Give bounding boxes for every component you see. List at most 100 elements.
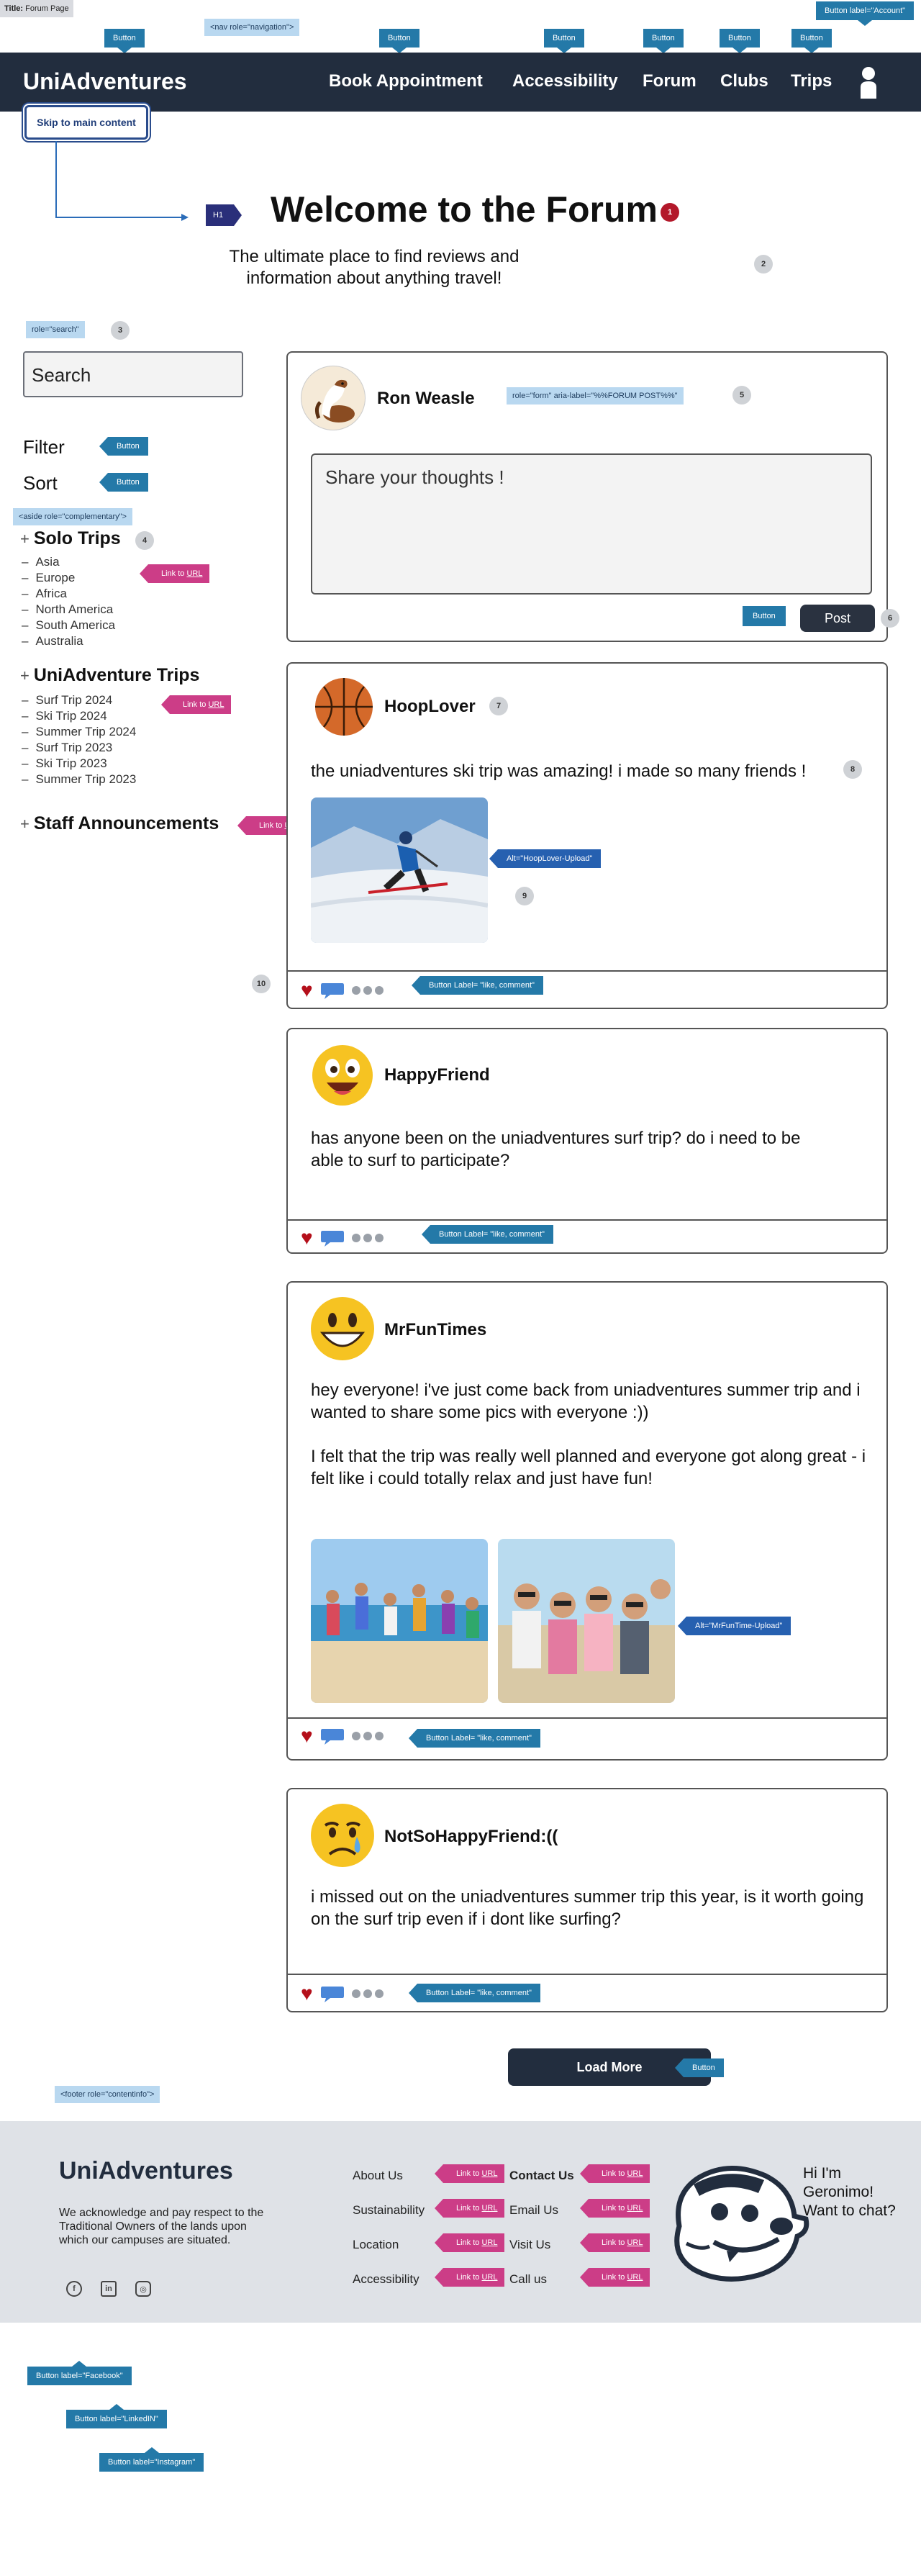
post-actions: ♥ [301, 1228, 384, 1248]
list-item[interactable]: South America [22, 618, 115, 633]
nav-clubs[interactable]: Clubs [720, 71, 768, 91]
footer-link-location[interactable]: Location [353, 2238, 399, 2252]
post-author[interactable]: NotSoHappyFriend:(( [384, 1827, 558, 1847]
annotation-number: 1 [661, 203, 679, 222]
staff-announcements-heading[interactable]: + Staff Announcements [20, 813, 219, 834]
annotation-number: 2 [754, 255, 773, 274]
button-annotation: Button [104, 29, 145, 53]
instagram-button-annotation: Button label="Instagram" [99, 2447, 204, 2472]
search-input[interactable]: Search [23, 351, 243, 397]
grinning-emoji-avatar-icon [309, 1296, 376, 1362]
annotation-number: 9 [515, 887, 534, 905]
post-divider [288, 1717, 886, 1719]
list-item[interactable]: Summer Trip 2023 [22, 772, 136, 787]
site-logo[interactable]: UniAdventures [23, 68, 187, 95]
link-annotation: Link to URL [579, 2233, 650, 2252]
uniadventure-trips-label: UniAdventure Trips [33, 665, 200, 685]
annotation-number: 8 [843, 760, 862, 779]
list-item[interactable]: Ski Trip 2023 [22, 756, 136, 772]
post-divider [288, 1974, 886, 1975]
list-item[interactable]: Summer Trip 2024 [22, 724, 136, 740]
skip-link-arrow-icon [55, 141, 189, 221]
like-heart-icon[interactable]: ♥ [301, 980, 313, 1000]
linkedin-icon[interactable]: in [101, 2281, 117, 2297]
skip-to-main-link[interactable]: Skip to main content [24, 105, 148, 140]
comment-icon[interactable] [320, 1984, 345, 2003]
annotation-number: 3 [111, 321, 130, 340]
button-annotation: Button [99, 473, 148, 492]
forum-post: HappyFriend has anyone been on the uniad… [286, 1028, 888, 1254]
footer-logo: UniAdventures [59, 2157, 233, 2184]
list-item[interactable]: Surf Trip 2024 [22, 692, 136, 708]
like-comment-annotation: Button Label= "like, comment" [422, 1225, 553, 1244]
footer-link-call[interactable]: Call us [509, 2272, 547, 2287]
facebook-icon[interactable]: f [66, 2281, 82, 2297]
nav-forum[interactable]: Forum [643, 71, 697, 91]
list-item[interactable]: Surf Trip 2023 [22, 740, 136, 756]
solo-trips-label: Solo Trips [33, 528, 121, 548]
post-body-continued: I felt that the trip was really well pla… [311, 1447, 866, 1488]
footer-link-sustainability[interactable]: Sustainability [353, 2203, 425, 2218]
footer-link-email[interactable]: Email Us [509, 2203, 558, 2218]
site-footer: UniAdventures We acknowledge and pay res… [0, 2121, 921, 2323]
footer-link-accessibility[interactable]: Accessibility [353, 2272, 419, 2287]
footer-link-visit[interactable]: Visit Us [509, 2238, 550, 2252]
list-item[interactable]: Australia [22, 633, 115, 649]
crying-emoji-avatar-icon [309, 1802, 376, 1868]
button-annotation: Button [675, 2058, 724, 2077]
nav-accessibility[interactable]: Accessibility [512, 71, 618, 91]
post-author[interactable]: MrFunTimes [384, 1320, 486, 1340]
footer-link-contact[interactable]: Contact Us [509, 2169, 574, 2183]
comment-icon[interactable] [320, 1727, 345, 1745]
account-icon[interactable] [858, 65, 879, 99]
link-annotation: Link to URL [434, 2199, 505, 2218]
link-annotation: Link to URL [160, 695, 232, 714]
link-annotation: Link to URL [579, 2164, 650, 2183]
list-item[interactable]: Europe [22, 570, 115, 586]
link-annotation: Link to URL [434, 2164, 505, 2183]
h1-annotation: H1 [206, 204, 242, 226]
post-button[interactable]: Post [800, 605, 875, 632]
post-divider [288, 970, 886, 972]
staff-announcements-label: Staff Announcements [33, 813, 219, 833]
chatbot-prompt[interactable]: Hi I'm Geronimo! Want to chat? [803, 2164, 911, 2220]
button-annotation: Button [379, 29, 419, 53]
nav-book-appointment[interactable]: Book Appointment [329, 71, 483, 91]
acknowledgement-text: We acknowledge and pay respect to the Tr… [59, 2207, 264, 2246]
list-item[interactable]: North America [22, 602, 115, 618]
like-heart-icon[interactable]: ♥ [301, 1726, 313, 1746]
like-comment-annotation: Button Label= "like, comment" [409, 1729, 540, 1748]
list-item[interactable]: Ski Trip 2024 [22, 708, 136, 724]
uniadventure-trips-heading[interactable]: + UniAdventure Trips [20, 665, 199, 686]
more-options-icon[interactable] [351, 1732, 384, 1740]
solo-trips-heading[interactable]: + Solo Trips [20, 528, 121, 549]
sort-button[interactable]: Sort [23, 472, 58, 494]
forum-post: MrFunTimes hey everyone! i've just come … [286, 1281, 888, 1761]
footer-link-about[interactable]: About Us [353, 2169, 403, 2183]
skier-photo [311, 797, 488, 943]
more-options-icon[interactable] [351, 986, 384, 995]
post-author[interactable]: HoopLover [384, 697, 476, 717]
filter-button[interactable]: Filter [23, 436, 65, 458]
more-options-icon[interactable] [351, 1234, 384, 1242]
link-annotation: Link to URL [139, 564, 210, 583]
like-heart-icon[interactable]: ♥ [301, 1984, 313, 2004]
solo-trips-list: Asia Europe Africa North America South A… [22, 554, 115, 649]
post-author[interactable]: HappyFriend [384, 1065, 490, 1085]
button-annotation: Button [544, 29, 584, 53]
instagram-icon[interactable]: ◎ [135, 2281, 151, 2297]
annotation-number: 10 [252, 975, 271, 993]
list-item[interactable]: Asia [22, 554, 115, 570]
like-heart-icon[interactable]: ♥ [301, 1228, 313, 1248]
more-options-icon[interactable] [351, 1989, 384, 1998]
nav-trips[interactable]: Trips [791, 71, 832, 91]
post-textarea[interactable]: Share your thoughts ! [311, 453, 872, 595]
comment-icon[interactable] [320, 1229, 345, 1247]
comment-icon[interactable] [320, 981, 345, 1000]
form-role-annotation: role="form" aria-label="%%FORUM POST%%" [507, 387, 684, 405]
link-annotation: Link to URL [434, 2233, 505, 2252]
happy-emoji-avatar-icon [311, 1044, 374, 1107]
list-item[interactable]: Africa [22, 586, 115, 602]
geronimo-mascot-icon[interactable] [658, 2157, 810, 2284]
post-body: i missed out on the uniadventures summer… [311, 1887, 864, 1929]
